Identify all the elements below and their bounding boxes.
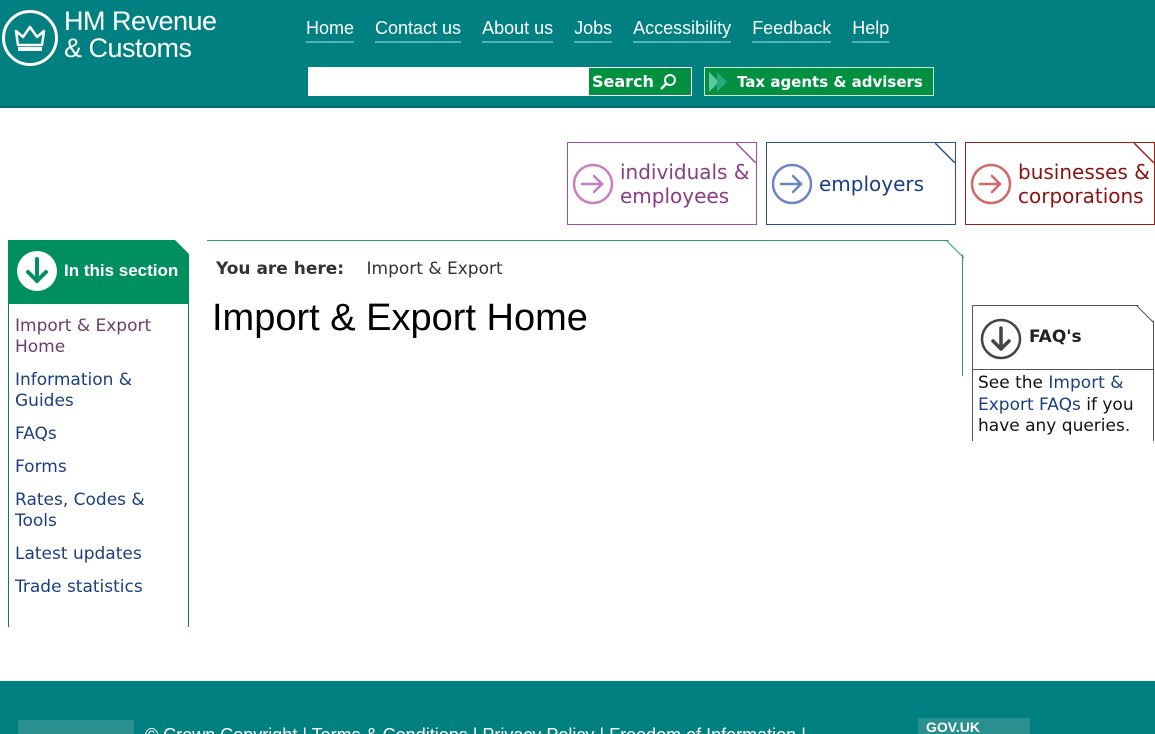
section-title: In this section xyxy=(64,261,179,280)
top-nav: Home Contact us About us Jobs Accessibil… xyxy=(306,18,910,43)
footer-links[interactable]: © Crown Copyright | Terms & Conditions |… xyxy=(145,725,806,734)
faq-text-before: See the xyxy=(978,373,1049,393)
breadcrumb-label: You are here: xyxy=(216,259,345,279)
faq-header: FAQ's xyxy=(973,306,1153,370)
faq-link-line-1: Import & xyxy=(1048,373,1124,393)
arrow-down-circle-icon xyxy=(980,318,1022,360)
corner-fold-icon xyxy=(935,143,955,163)
search-input[interactable] xyxy=(308,67,590,96)
site-header: HM Revenue & Customs Home Contact us Abo… xyxy=(0,0,1155,108)
breadcrumb-item[interactable]: Import & Export xyxy=(367,259,503,279)
faq-link-line-2: Export FAQs xyxy=(978,394,1081,415)
nav-accessibility[interactable]: Accessibility xyxy=(633,18,732,43)
faq-title: FAQ's xyxy=(1029,327,1082,347)
nav-contact-us[interactable]: Contact us xyxy=(375,18,462,43)
section-item-import-export-home[interactable]: Import & Export Home xyxy=(15,316,188,358)
section-item-faqs[interactable]: FAQs xyxy=(15,424,188,445)
arrow-right-circle-icon xyxy=(572,163,614,204)
in-this-section-header: In this section xyxy=(8,240,189,304)
main-content: You are here: Import & Export Import & E… xyxy=(207,240,964,376)
audience-businesses-label: businesses & corporations xyxy=(1018,160,1150,208)
tax-agents-label: Tax agents & advisers xyxy=(737,72,923,91)
faq-text-after-2: have any queries. xyxy=(978,416,1131,436)
section-item-information-guides[interactable]: Information & Guides xyxy=(15,370,188,412)
individuals-line-1: individuals & xyxy=(620,159,750,184)
section-item-label: Rates, Codes & xyxy=(15,490,145,510)
section-item-label: Information & xyxy=(15,370,133,390)
audience-businesses[interactable]: businesses & corporations xyxy=(965,142,1155,225)
hmrc-logo[interactable]: HM Revenue & Customs xyxy=(0,6,230,68)
audience-employers-label: employers xyxy=(819,171,925,196)
faq-text: See the Import & Export FAQs if you have a… xyxy=(973,370,1153,438)
individuals-line-2: employees xyxy=(620,183,730,208)
search-button[interactable]: Search xyxy=(588,67,692,96)
audience-individuals-label: individuals & employees xyxy=(620,160,749,208)
logo-text: HM Revenue & Customs xyxy=(64,8,217,62)
nav-about-us[interactable]: About us xyxy=(482,18,554,43)
audience-individuals[interactable]: individuals & employees xyxy=(567,142,757,225)
corner-fold-icon xyxy=(736,143,756,163)
faq-box: FAQ's See the Import & Export FAQs if you… xyxy=(972,305,1154,441)
audience-employers[interactable]: employers xyxy=(766,142,956,225)
crown-icon xyxy=(2,10,58,66)
gov-uk-logo[interactable]: GOV.UK xyxy=(918,718,1030,734)
arrow-right-circle-icon xyxy=(970,163,1012,204)
section-item-rates-codes-tools[interactable]: Rates, Codes & Tools xyxy=(15,490,188,532)
site-footer: © Crown Copyright | Terms & Conditions |… xyxy=(0,681,1155,734)
nav-jobs[interactable]: Jobs xyxy=(574,18,613,43)
section-item-label: Guides xyxy=(15,391,74,411)
nav-home[interactable]: Home xyxy=(306,18,355,43)
section-item-label: Home xyxy=(15,337,66,357)
corner-fold-icon xyxy=(945,240,964,259)
section-item-label: Import & Export xyxy=(15,316,152,336)
page-title: Import & Export Home xyxy=(212,297,588,339)
section-item-trade-statistics[interactable]: Trade statistics xyxy=(15,577,188,598)
corner-fold-icon xyxy=(1134,143,1154,163)
footer-logo-area xyxy=(18,720,134,734)
businesses-line-2: corporations xyxy=(1018,183,1144,208)
breadcrumb: You are here: Import & Export xyxy=(216,259,503,279)
double-chevron-icon xyxy=(709,71,727,92)
section-item-label: Tools xyxy=(15,511,57,531)
search-icon xyxy=(660,73,676,90)
section-nav: Import & Export Home Information & Guide… xyxy=(8,304,189,627)
section-item-latest-updates[interactable]: Latest updates xyxy=(15,544,188,565)
nav-help[interactable]: Help xyxy=(852,18,890,43)
arrow-right-circle-icon xyxy=(771,163,813,204)
tax-agents-button[interactable]: Tax agents & advisers xyxy=(704,67,934,96)
businesses-line-1: businesses & xyxy=(1018,159,1150,184)
faq-text-after-1: if you xyxy=(1080,394,1134,415)
corner-notch xyxy=(175,240,189,254)
search-button-label: Search xyxy=(592,72,654,91)
corner-fold-icon xyxy=(1135,305,1154,324)
section-item-forms[interactable]: Forms xyxy=(15,457,188,478)
logo-line-1: HM Revenue xyxy=(64,6,217,36)
arrow-down-circle-icon xyxy=(17,251,57,291)
logo-line-2: & Customs xyxy=(64,33,192,63)
nav-feedback[interactable]: Feedback xyxy=(752,18,832,43)
